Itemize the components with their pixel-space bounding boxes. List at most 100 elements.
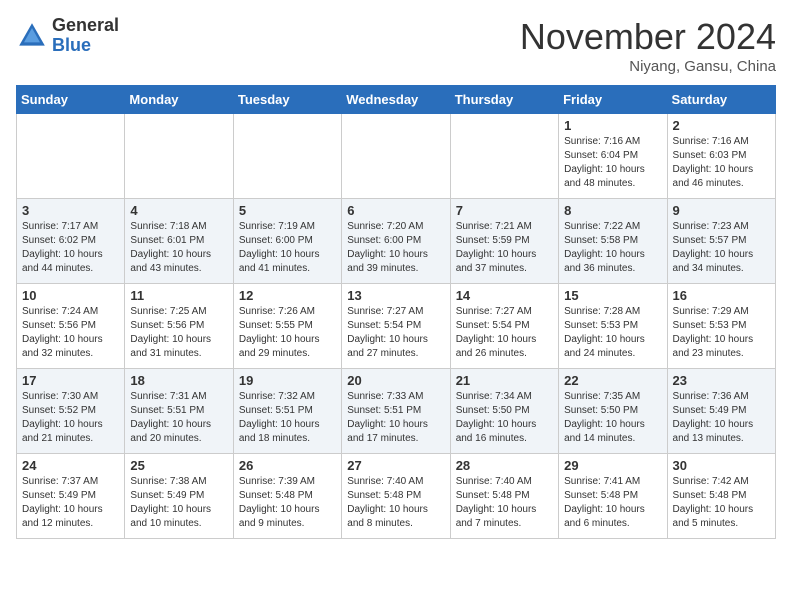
weekday-wednesday: Wednesday [342,86,450,114]
logo-blue-text: Blue [52,35,91,55]
day-number: 27 [347,458,444,473]
calendar-cell: 10 Sunrise: 7:24 AM Sunset: 5:56 PM Dayli… [17,284,125,369]
day-number: 4 [130,203,227,218]
day-number: 3 [22,203,119,218]
day-number: 17 [22,373,119,388]
day-info: Sunrise: 7:17 AM Sunset: 6:02 PM Dayligh… [22,220,119,276]
day-number: 23 [673,373,770,388]
day-number: 10 [22,288,119,303]
calendar-cell: 4 Sunrise: 7:18 AM Sunset: 6:01 PM Daylig… [125,199,233,284]
day-number: 28 [456,458,553,473]
day-info: Sunrise: 7:21 AM Sunset: 5:59 PM Dayligh… [456,220,553,276]
day-info: Sunrise: 7:35 AM Sunset: 5:50 PM Dayligh… [564,390,661,446]
day-info: Sunrise: 7:26 AM Sunset: 5:55 PM Dayligh… [239,305,336,361]
calendar-cell: 19 Sunrise: 7:32 AM Sunset: 5:51 PM Dayli… [233,369,341,454]
day-info: Sunrise: 7:27 AM Sunset: 5:54 PM Dayligh… [456,305,553,361]
day-info: Sunrise: 7:20 AM Sunset: 6:00 PM Dayligh… [347,220,444,276]
week-row-4: 17 Sunrise: 7:30 AM Sunset: 5:52 PM Dayli… [17,369,776,454]
day-info: Sunrise: 7:40 AM Sunset: 5:48 PM Dayligh… [456,475,553,531]
day-number: 16 [673,288,770,303]
weekday-thursday: Thursday [450,86,558,114]
day-number: 20 [347,373,444,388]
calendar-cell: 7Sunrise: 7:21 AM Sunset: 5:59 PM Daylig… [450,199,558,284]
day-info: Sunrise: 7:16 AM Sunset: 6:03 PM Dayligh… [673,135,770,191]
day-number: 11 [130,288,227,303]
calendar-cell: 3 Sunrise: 7:17 AM Sunset: 6:02 PM Daylig… [17,199,125,284]
calendar-cell: 24 Sunrise: 7:37 AM Sunset: 5:49 PM Dayli… [17,454,125,539]
page-header: General Blue November 2024 Niyang, Gansu… [16,16,776,75]
day-info: Sunrise: 7:32 AM Sunset: 5:51 PM Dayligh… [239,390,336,446]
day-info: Sunrise: 7:41 AM Sunset: 5:48 PM Dayligh… [564,475,661,531]
day-number: 18 [130,373,227,388]
calendar-cell: 2 Sunrise: 7:16 AM Sunset: 6:03 PM Daylig… [667,114,775,199]
weekday-sunday: Sunday [17,86,125,114]
calendar-cell [342,114,450,199]
day-number: 1 [564,118,661,133]
day-number: 24 [22,458,119,473]
day-number: 25 [130,458,227,473]
day-info: Sunrise: 7:36 AM Sunset: 5:49 PM Dayligh… [673,390,770,446]
calendar-cell [450,114,558,199]
calendar-cell: 18Sunrise: 7:31 AM Sunset: 5:51 PM Dayli… [125,369,233,454]
day-number: 30 [673,458,770,473]
location: Niyang, Gansu, China [520,58,776,75]
day-info: Sunrise: 7:33 AM Sunset: 5:51 PM Dayligh… [347,390,444,446]
calendar-cell: 28 Sunrise: 7:40 AM Sunset: 5:48 PM Dayli… [450,454,558,539]
calendar-cell: 27 Sunrise: 7:40 AM Sunset: 5:48 PM Dayli… [342,454,450,539]
calendar-cell [125,114,233,199]
calendar-cell: 23 Sunrise: 7:36 AM Sunset: 5:49 PM Dayli… [667,369,775,454]
calendar-cell: 1 Sunrise: 7:16 AM Sunset: 6:04 PM Daylig… [559,114,667,199]
day-info: Sunrise: 7:27 AM Sunset: 5:54 PM Dayligh… [347,305,444,361]
calendar-cell: 30 Sunrise: 7:42 AM Sunset: 5:48 PM Dayli… [667,454,775,539]
weekday-friday: Friday [559,86,667,114]
calendar-cell: 6 Sunrise: 7:20 AM Sunset: 6:00 PM Daylig… [342,199,450,284]
day-number: 15 [564,288,661,303]
week-row-5: 24 Sunrise: 7:37 AM Sunset: 5:49 PM Dayli… [17,454,776,539]
day-info: Sunrise: 7:29 AM Sunset: 5:53 PM Dayligh… [673,305,770,361]
calendar-cell: 9Sunrise: 7:23 AM Sunset: 5:57 PM Daylig… [667,199,775,284]
day-number: 14 [456,288,553,303]
day-number: 13 [347,288,444,303]
weekday-monday: Monday [125,86,233,114]
calendar-body: 1 Sunrise: 7:16 AM Sunset: 6:04 PM Daylig… [17,114,776,539]
logo: General Blue [16,16,119,56]
day-info: Sunrise: 7:40 AM Sunset: 5:48 PM Dayligh… [347,475,444,531]
day-number: 12 [239,288,336,303]
day-info: Sunrise: 7:16 AM Sunset: 6:04 PM Dayligh… [564,135,661,191]
calendar-cell: 20 Sunrise: 7:33 AM Sunset: 5:51 PM Dayli… [342,369,450,454]
day-info: Sunrise: 7:22 AM Sunset: 5:58 PM Dayligh… [564,220,661,276]
weekday-saturday: Saturday [667,86,775,114]
day-number: 19 [239,373,336,388]
day-number: 2 [673,118,770,133]
weekday-header-row: SundayMondayTuesdayWednesdayThursdayFrid… [17,86,776,114]
week-row-3: 10 Sunrise: 7:24 AM Sunset: 5:56 PM Dayli… [17,284,776,369]
calendar-cell: 8Sunrise: 7:22 AM Sunset: 5:58 PM Daylig… [559,199,667,284]
month-title: November 2024 [520,16,776,58]
calendar-cell: 13 Sunrise: 7:27 AM Sunset: 5:54 PM Dayli… [342,284,450,369]
week-row-2: 3 Sunrise: 7:17 AM Sunset: 6:02 PM Daylig… [17,199,776,284]
day-info: Sunrise: 7:37 AM Sunset: 5:49 PM Dayligh… [22,475,119,531]
day-info: Sunrise: 7:24 AM Sunset: 5:56 PM Dayligh… [22,305,119,361]
day-number: 26 [239,458,336,473]
day-info: Sunrise: 7:30 AM Sunset: 5:52 PM Dayligh… [22,390,119,446]
calendar-cell: 21 Sunrise: 7:34 AM Sunset: 5:50 PM Dayli… [450,369,558,454]
day-info: Sunrise: 7:19 AM Sunset: 6:00 PM Dayligh… [239,220,336,276]
day-number: 22 [564,373,661,388]
day-info: Sunrise: 7:34 AM Sunset: 5:50 PM Dayligh… [456,390,553,446]
calendar-cell [17,114,125,199]
calendar-cell [233,114,341,199]
title-block: November 2024 Niyang, Gansu, China [520,16,776,75]
day-info: Sunrise: 7:23 AM Sunset: 5:57 PM Dayligh… [673,220,770,276]
calendar-cell: 14 Sunrise: 7:27 AM Sunset: 5:54 PM Dayli… [450,284,558,369]
week-row-1: 1 Sunrise: 7:16 AM Sunset: 6:04 PM Daylig… [17,114,776,199]
day-number: 21 [456,373,553,388]
weekday-tuesday: Tuesday [233,86,341,114]
calendar-table: SundayMondayTuesdayWednesdayThursdayFrid… [16,85,776,539]
calendar-cell: 16 Sunrise: 7:29 AM Sunset: 5:53 PM Dayli… [667,284,775,369]
day-info: Sunrise: 7:18 AM Sunset: 6:01 PM Dayligh… [130,220,227,276]
calendar-cell: 5Sunrise: 7:19 AM Sunset: 6:00 PM Daylig… [233,199,341,284]
day-info: Sunrise: 7:25 AM Sunset: 5:56 PM Dayligh… [130,305,227,361]
calendar-cell: 17 Sunrise: 7:30 AM Sunset: 5:52 PM Dayli… [17,369,125,454]
day-number: 6 [347,203,444,218]
day-info: Sunrise: 7:42 AM Sunset: 5:48 PM Dayligh… [673,475,770,531]
